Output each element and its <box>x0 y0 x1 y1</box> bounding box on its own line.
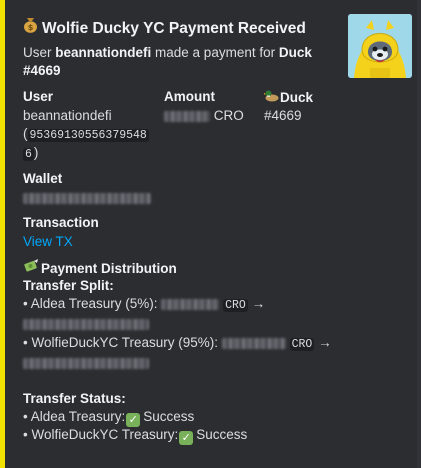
split-wolfie-name: • WolfieDuckYC Treasury (95%): <box>23 335 219 350</box>
duck-label-text: Duck <box>280 90 314 105</box>
duck-thumbnail[interactable] <box>348 14 412 78</box>
field-amount-value: CRO <box>164 108 244 123</box>
transfer-status-label: Transfer Status: <box>23 391 126 406</box>
embed-title: $ Wolfie Ducky YC Payment Received <box>23 17 306 38</box>
field-wallet-value <box>23 190 151 205</box>
split-wolfie-address <box>23 355 149 370</box>
embed-description: User beannationdefi made a payment for D… <box>23 44 333 80</box>
amount-currency: CRO <box>213 108 244 123</box>
status-aldea-name: • Aldea Treasury: <box>23 409 126 424</box>
field-user-id: (95369130556379548 6) <box>23 126 149 161</box>
redacted-aldea-address <box>23 318 149 330</box>
arrow-right-icon: → <box>251 296 266 311</box>
redacted-aldea-amount <box>161 298 220 310</box>
redacted-wolfie-amount <box>221 337 286 349</box>
transfer-split-label: Transfer Split: <box>23 278 114 293</box>
description-user: beannationdefi <box>55 45 152 60</box>
check-mark-icon: ✓ <box>126 413 141 427</box>
duck-icon <box>263 89 280 105</box>
view-tx-link[interactable]: View TX <box>23 234 73 249</box>
payment-embed: $ Wolfie Ducky YC Payment Received User … <box>0 0 417 468</box>
embed-title-text: Wolfie Ducky YC Payment Received <box>42 20 306 37</box>
redacted-amount <box>164 110 210 122</box>
split-aldea-name: • Aldea Treasury (5%): <box>23 296 158 311</box>
status-row-aldea: • Aldea Treasury: ✓ Success <box>23 409 194 427</box>
status-wolfie-name: • WolfieDuckYC Treasury: <box>23 427 179 442</box>
field-duck-value: #4669 <box>264 108 302 123</box>
field-duck-label: Duck <box>263 89 314 105</box>
duck-avatar-image <box>348 14 412 78</box>
user-id-code-end: 6 <box>23 148 34 161</box>
arrow-right-icon: → <box>318 335 332 350</box>
status-row-wolfie: • WolfieDuckYC Treasury: ✓ Success <box>23 427 247 445</box>
money-with-wings-icon <box>23 259 41 276</box>
split-wolfie-currency: CRO <box>289 338 315 351</box>
redacted-wolfie-address <box>23 357 149 369</box>
field-wallet-label: Wallet <box>23 171 63 186</box>
split-row-aldea: • Aldea Treasury (5%): CRO → <box>23 296 265 314</box>
distribution-heading: Payment Distribution <box>23 259 177 276</box>
field-transaction-label: Transaction <box>23 215 99 230</box>
field-user-label: User <box>23 89 54 104</box>
split-aldea-address <box>23 316 149 331</box>
field-amount-label: Amount <box>164 89 215 104</box>
status-wolfie-result: Success <box>196 427 248 442</box>
description-prefix: User <box>23 45 56 60</box>
user-id-code: 95369130556379548 <box>27 129 149 142</box>
field-user-name: beannationdefi <box>23 108 112 123</box>
split-aldea-currency: CRO <box>223 299 248 312</box>
check-mark-icon: ✓ <box>179 431 194 445</box>
money-bag-icon: $ <box>23 17 39 38</box>
redacted-wallet <box>23 192 151 204</box>
status-aldea-result: Success <box>143 409 195 424</box>
svg-text:$: $ <box>28 23 34 32</box>
description-middle: made a payment for <box>151 45 279 60</box>
distribution-heading-text: Payment Distribution <box>41 261 177 276</box>
split-row-wolfie: • WolfieDuckYC Treasury (95%): CRO → <box>23 335 332 353</box>
